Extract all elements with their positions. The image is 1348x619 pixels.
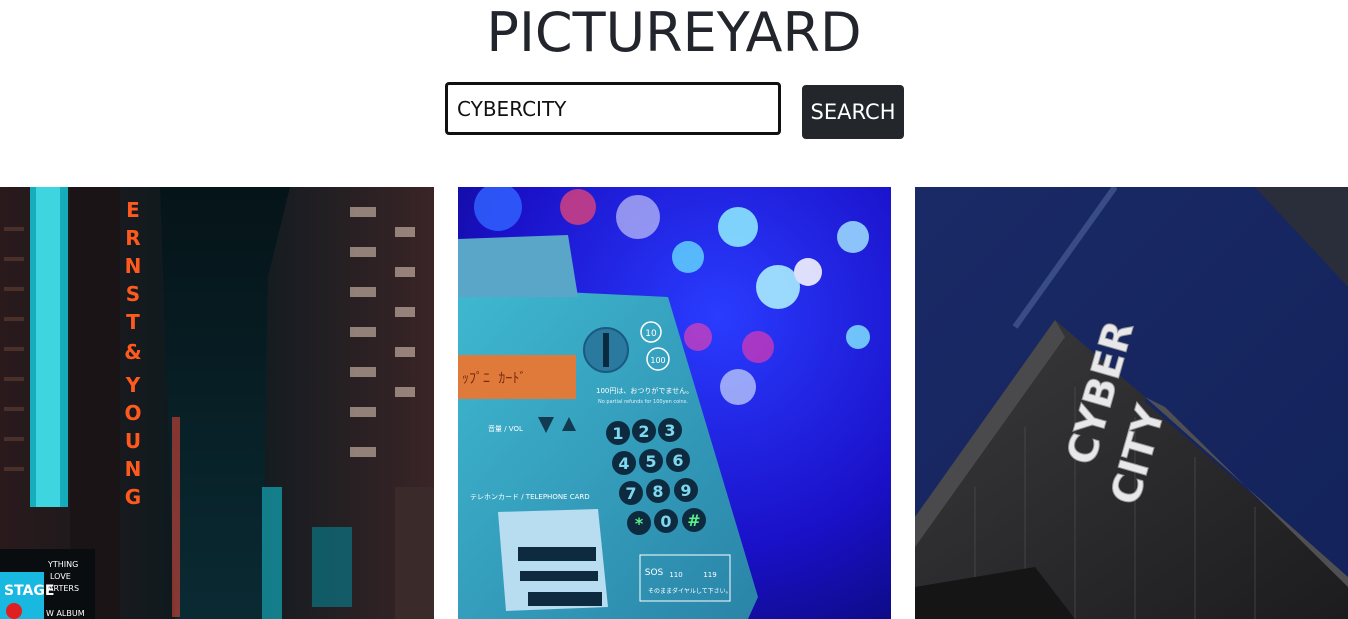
telephone-card-label: テレホンカード / TELEPHONE CARD (470, 493, 590, 501)
result-image-telephone[interactable]: ｯﾌﾟﾆ ｶｰﾄﾞ 10 100 100円は、おつりがでません。 No part… (458, 187, 891, 619)
search-button[interactable]: SEARCH (802, 85, 904, 139)
result-image-cyber-city-building[interactable]: CYBER CITY (915, 187, 1348, 619)
keypad-key: 7 (625, 484, 636, 503)
svg-text:ｯﾌﾟﾆ ｶｰﾄﾞ: ｯﾌﾟﾆ ｶｰﾄﾞ (462, 371, 526, 387)
refund-notice-en: No partial refunds for 100yen coins. (598, 399, 688, 405)
neon-sign-letter: E (126, 198, 140, 222)
result-image-neon-street[interactable]: E R N S T & Y O U N G YTHING LOVE ARTERS… (0, 187, 434, 619)
keypad-key: 3 (664, 421, 675, 440)
keypad-key: 4 (618, 454, 629, 473)
billboard-text: W ALBUM (46, 609, 85, 618)
stage-sign-text: STAGE (4, 583, 54, 599)
keypad-key: 5 (645, 452, 656, 471)
neon-sign-letter: Y (125, 373, 141, 397)
sos-label: SOS (645, 568, 664, 578)
site-title: PICTUREYARD (486, 1, 862, 64)
page: PICTUREYARD SEARCH (0, 0, 1348, 619)
neon-sign-letter: S (126, 282, 140, 306)
neon-sign-letter: G (125, 485, 141, 509)
neon-sign-letter: T (126, 310, 140, 334)
neon-sign-letter: N (125, 457, 142, 481)
neon-sign-letter: O (124, 401, 141, 425)
keypad-key: # (687, 511, 700, 530)
search-input[interactable] (445, 82, 781, 135)
keypad-key: 6 (672, 451, 683, 470)
keypad-key: 9 (680, 481, 691, 500)
sos-number: 119 (703, 571, 716, 579)
neon-sign-letter: & (124, 340, 141, 364)
coin-label: 100 (650, 356, 665, 365)
neon-sign-letter: R (125, 226, 140, 250)
coin-label: 10 (645, 329, 657, 339)
neon-sign-letter: N (125, 254, 142, 278)
keypad-key: 0 (660, 512, 671, 531)
keypad-key: 8 (652, 482, 663, 501)
image-gallery: E R N S T & Y O U N G YTHING LOVE ARTERS… (0, 187, 1348, 619)
billboard-text: LOVE (50, 572, 71, 581)
keypad-key: * (635, 514, 644, 533)
keypad-key: 1 (612, 424, 623, 443)
billboard-text: YTHING (47, 560, 78, 569)
keypad-key: 2 (638, 422, 649, 441)
dial-notice: そのままダイヤルして下さい。 (648, 587, 732, 595)
sos-number: 110 (669, 571, 682, 579)
refund-notice: 100円は、おつりがでません。 (596, 386, 693, 395)
neon-sign-letter: U (125, 429, 141, 453)
volume-label: 音量 / VOL (488, 424, 523, 433)
